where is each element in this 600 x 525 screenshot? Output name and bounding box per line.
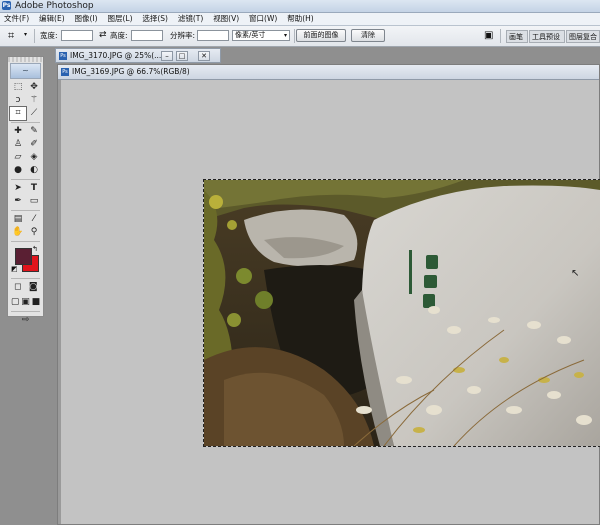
brush-icon[interactable]: ✎	[26, 125, 42, 138]
separator	[11, 122, 40, 123]
slice-icon[interactable]: ⟋	[26, 107, 42, 120]
photoshop-app-icon: Ps	[2, 1, 11, 10]
chevron-down-icon[interactable]: ▾	[24, 31, 27, 38]
separator	[11, 278, 40, 279]
tool-grid: ➤ T ✒ ▭	[10, 182, 42, 208]
well-tab-tool-presets[interactable]: 工具预设	[529, 30, 565, 43]
resolution-input[interactable]	[197, 30, 229, 41]
history-brush-icon[interactable]: ✐	[26, 138, 42, 151]
clone-stamp-icon[interactable]: ♙	[10, 138, 26, 151]
options-bar: ⌗ ▾ 宽度: ⇄ 高度: 分辨率: 像素/英寸 ▾ 前面的图像 清除 ▣ 画笔…	[0, 26, 600, 47]
separator	[11, 210, 40, 211]
menu-window[interactable]: 窗口(W)	[246, 13, 280, 25]
default-colors-icon[interactable]: ◩	[11, 265, 18, 273]
document-icon: Ps	[59, 52, 67, 60]
width-input[interactable]	[61, 30, 93, 41]
dodge-icon[interactable]: ◐	[26, 164, 42, 177]
jump-row: ⇨	[10, 314, 41, 327]
height-input[interactable]	[131, 30, 163, 41]
title-bar: Ps Adobe Photoshop	[0, 0, 600, 13]
jump-to-imageready-icon[interactable]: ⇨	[19, 314, 32, 327]
menu-edit[interactable]: 编辑(E)	[36, 13, 68, 25]
menu-select[interactable]: 选择(S)	[139, 13, 171, 25]
resolution-unit-value: 像素/英寸	[235, 31, 266, 39]
mouse-cursor-icon: ↖	[571, 268, 580, 279]
window-border	[58, 80, 61, 524]
menu-image[interactable]: 图像(I)	[72, 13, 101, 25]
move-icon[interactable]: ✥	[26, 81, 42, 94]
standard-mode-icon[interactable]: ◻	[11, 281, 24, 294]
type-icon[interactable]: T	[26, 182, 42, 195]
tool-grid: ✚ ✎ ♙ ✐ ▱ ◈ ● ◐	[10, 125, 42, 177]
full-screen-icon[interactable]: ■	[31, 296, 41, 309]
app-title: Adobe Photoshop	[15, 1, 94, 11]
toolbox-panel: ~ ⬚ ✥ ↄ ⚚ ⌗ ⟋ ✚ ✎ ♙ ✐ ▱ ◈ ● ◐ ➤ T ✒ ▭ ▤ …	[7, 56, 44, 325]
well-tab-brushes[interactable]: 画笔	[506, 30, 528, 43]
foreground-color-swatch[interactable]	[15, 248, 32, 265]
zoom-icon[interactable]: ⚲	[26, 226, 42, 239]
standard-screen-icon[interactable]: ▢	[10, 296, 20, 309]
mask-mode-row: ◻ ◙	[10, 281, 41, 294]
adobe-online-icon[interactable]: ~	[10, 63, 41, 79]
magic-wand-icon[interactable]: ⚚	[26, 94, 42, 107]
eyedropper-icon[interactable]: ⁄	[26, 213, 42, 226]
eraser-icon[interactable]: ▱	[10, 151, 26, 164]
paint-bucket-icon[interactable]: ◈	[26, 151, 42, 164]
chevron-down-icon: ▾	[283, 32, 287, 39]
crop-icon[interactable]: ⌗	[9, 106, 27, 121]
document-title: IMG_3170.JPG @ 25%(...	[70, 51, 162, 60]
well-tab-layer-comps[interactable]: 图层复合	[566, 30, 600, 43]
menu-view[interactable]: 视图(V)	[210, 13, 242, 25]
panel-grip[interactable]	[8, 57, 43, 62]
palette-well-icon[interactable]: ▣	[484, 29, 496, 42]
separator	[11, 179, 40, 180]
lasso-icon[interactable]: ↄ	[10, 94, 26, 107]
swap-colors-icon[interactable]: ↰	[32, 245, 38, 253]
tool-grid: ▤ ⁄ ✋ ⚲	[10, 213, 42, 239]
document-titlebar[interactable]: Ps IMG_3169.JPG @ 66.7%(RGB/8)	[58, 65, 599, 80]
full-screen-menu-icon[interactable]: ▣	[20, 296, 30, 309]
front-image-button[interactable]: 前面的图像	[296, 29, 346, 42]
shape-icon[interactable]: ▭	[26, 195, 42, 208]
separator	[11, 241, 40, 242]
menu-help[interactable]: 帮助(H)	[284, 13, 317, 25]
marquee-icon[interactable]: ⬚	[10, 81, 26, 94]
blur-icon[interactable]: ●	[10, 164, 26, 177]
clear-button[interactable]: 清除	[351, 29, 385, 42]
swap-dimensions-icon[interactable]: ⇄	[99, 30, 107, 40]
width-label: 宽度:	[40, 31, 58, 40]
color-swatches: ↰ ◩	[10, 245, 41, 275]
hand-icon[interactable]: ✋	[10, 226, 26, 239]
image-canvas[interactable]	[203, 179, 600, 447]
minimize-button[interactable]: –	[161, 51, 173, 61]
separator	[500, 29, 501, 43]
path-select-icon[interactable]: ➤	[10, 182, 26, 195]
pen-icon[interactable]: ✒	[10, 195, 26, 208]
separator	[34, 29, 35, 43]
menu-file[interactable]: 文件(F)	[1, 13, 32, 25]
resolution-unit-select[interactable]: 像素/英寸 ▾	[232, 30, 290, 41]
document-titlebar[interactable]: Ps IMG_3170.JPG @ 25%(... – □ ✕	[55, 48, 221, 63]
resolution-label: 分辨率:	[170, 31, 196, 40]
separator	[294, 29, 295, 43]
maximize-button[interactable]: □	[176, 51, 188, 61]
document-title: IMG_3169.JPG @ 66.7%(RGB/8)	[72, 67, 190, 76]
menu-bar: 文件(F) 编辑(E) 图像(I) 图层(L) 选择(S) 滤镜(T) 视图(V…	[0, 13, 600, 26]
close-button[interactable]: ✕	[198, 51, 210, 61]
menu-layer[interactable]: 图层(L)	[104, 13, 135, 25]
photo-rock-scene	[204, 180, 600, 446]
screen-mode-row: ▢ ▣ ■	[10, 296, 41, 309]
separator	[11, 311, 40, 312]
tool-grid: ⬚ ✥ ↄ ⚚ ⌗ ⟋	[9, 81, 42, 121]
notes-icon[interactable]: ▤	[10, 213, 26, 226]
document-icon: Ps	[61, 68, 69, 76]
menu-filter[interactable]: 滤镜(T)	[175, 13, 206, 25]
height-label: 高度:	[110, 31, 128, 40]
document-window-img-3170[interactable]: Ps IMG_3170.JPG @ 25%(... – □ ✕	[55, 48, 221, 64]
healing-brush-icon[interactable]: ✚	[10, 125, 26, 138]
crop-tool-preset-icon[interactable]: ⌗	[8, 30, 22, 42]
quick-mask-icon[interactable]: ◙	[27, 281, 40, 294]
